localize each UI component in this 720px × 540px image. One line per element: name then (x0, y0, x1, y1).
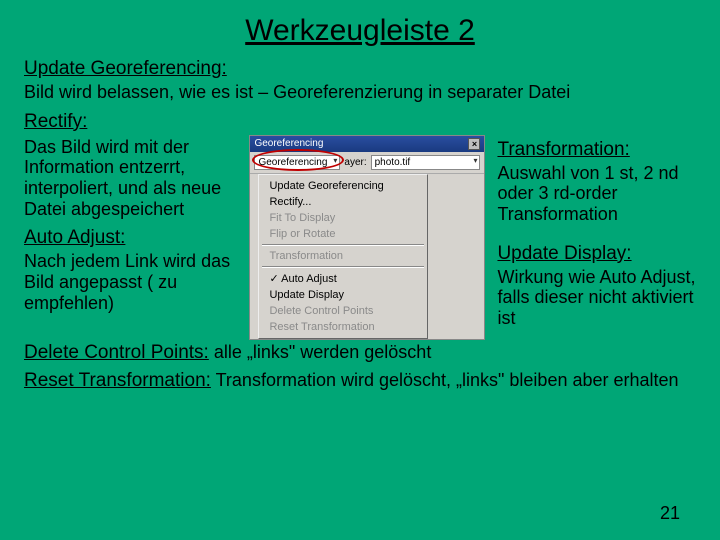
page-number: 21 (660, 503, 680, 524)
layer-prefix: ayer: (344, 157, 366, 168)
update-display-label: Update Display: (497, 243, 696, 265)
rectify-label: Rectify: (24, 111, 696, 133)
transformation-text: Auswahl von 1 st, 2 nd oder 3 rd-order T… (497, 163, 696, 225)
menu-item: Update Display (259, 287, 427, 303)
slide-title: Werkzeugleiste 2 (24, 14, 696, 48)
menu-item: Delete Control Points (259, 303, 427, 319)
layer-dropdown: photo.tif (371, 155, 481, 170)
reset-trans-label: Reset Transformation: (24, 370, 211, 391)
auto-adjust-label: Auto Adjust: (24, 227, 237, 249)
menu-item: Flip or Rotate (259, 226, 427, 242)
shot-window-title: Georeferencing (254, 138, 323, 149)
update-display-text: Wirkung wie Auto Adjust, falls dieser ni… (497, 267, 696, 329)
reset-trans-text: Transformation wird gelöscht, „links" bl… (211, 370, 679, 390)
menu-separator (262, 244, 424, 246)
delete-cp-label: Delete Control Points: (24, 342, 209, 363)
georef-menu: Update GeoreferencingRectify...Fit To Di… (258, 174, 428, 339)
menu-item: Transformation (259, 248, 427, 264)
menu-item: Update Georeferencing (259, 178, 427, 194)
delete-cp-text: alle „links" werden gelöscht (209, 342, 432, 362)
menu-item: Reset Transformation (259, 319, 427, 335)
rectify-text: Das Bild wird mit der Information entzer… (24, 137, 237, 220)
auto-adjust-text: Nach jedem Link wird das Bild angepasst … (24, 251, 237, 313)
menu-item: Fit To Display (259, 210, 427, 226)
update-georef-text: Bild wird belassen, wie es ist – Georefe… (24, 82, 696, 103)
menu-item: Rectify... (259, 194, 427, 210)
update-georef-label: Update Georeferencing: (24, 58, 696, 80)
menu-item: Auto Adjust (259, 270, 427, 287)
transformation-label: Transformation: (497, 139, 696, 161)
georef-toolbar-screenshot: Georeferencing × Georeferencing ayer: ph… (249, 135, 485, 340)
close-icon: × (468, 138, 480, 150)
georef-dropdown: Georeferencing (254, 155, 340, 170)
menu-separator (262, 266, 424, 268)
